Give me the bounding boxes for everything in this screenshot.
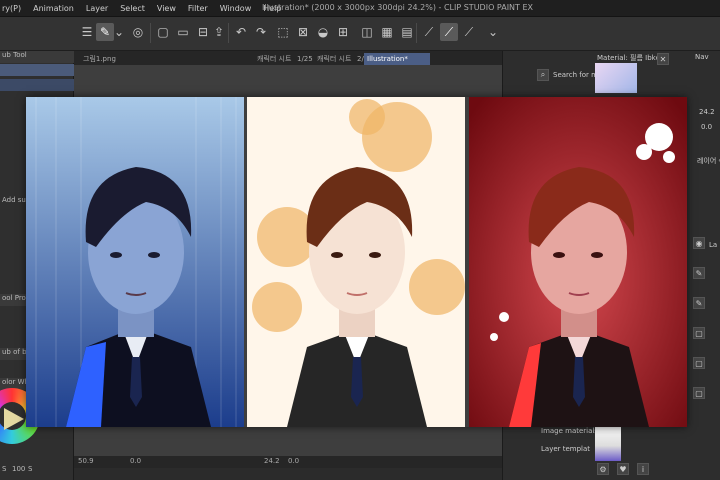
deselect-icon[interactable]: ⬚ [274, 23, 292, 41]
info-icon[interactable]: i [637, 463, 649, 475]
color-triangle[interactable] [4, 408, 24, 430]
layer-lock-icon[interactable]: ▢ [693, 327, 705, 339]
undo-icon[interactable]: ↶ [232, 23, 250, 41]
material-thumbnail[interactable] [595, 63, 637, 93]
crop-icon[interactable]: ◫ [358, 23, 376, 41]
new-file-icon[interactable]: ▢ [154, 23, 172, 41]
menu-animation[interactable]: Animation [27, 4, 80, 13]
layer-edit-icon[interactable]: ✎ [693, 267, 705, 279]
chevron-down-icon[interactable]: ⌄ [114, 23, 124, 41]
layer-label: La [709, 241, 718, 249]
hsv-h-label: S [2, 465, 7, 473]
layer-lock-icon-3[interactable]: ▢ [693, 387, 705, 399]
zoom-value-2[interactable]: 24.2 [264, 457, 280, 465]
document-tabs: 그림1.png 캐릭터 시트 1/25 캐릭터 시트 2/25 Illustra… [74, 51, 502, 65]
pen-icon[interactable]: ⟋ [420, 23, 438, 41]
fill-icon[interactable]: ◒ [314, 23, 332, 41]
redo-icon[interactable]: ↷ [252, 23, 270, 41]
layer-property-label: 레이어 속 [697, 157, 720, 165]
sub-tool-item-2[interactable] [0, 79, 74, 91]
pencil-icon[interactable]: ⟋ [440, 23, 458, 41]
tab-char-sheet-2[interactable]: 캐릭터 시트 [314, 53, 354, 65]
tab-char-sheet-1[interactable]: 캐릭터 시트 [254, 53, 294, 65]
menu-icon[interactable]: ☰ [78, 23, 96, 41]
menu-window[interactable]: Window [214, 4, 258, 13]
portrait-panel-blue [26, 97, 245, 427]
heart-icon[interactable]: ♥ [617, 463, 629, 475]
hsv-s-value: 100 [12, 465, 26, 473]
brush-icon[interactable]: ⟋ [460, 23, 478, 41]
status-bar: 50.9 0.0 24.2 0.0 [74, 456, 502, 468]
image-materials-label[interactable]: Image materials [541, 427, 598, 435]
artwork-collage [26, 97, 687, 427]
search-label[interactable]: Search for m [553, 71, 598, 79]
rotation-value[interactable]: 0.0 [130, 457, 141, 465]
material-preview[interactable] [595, 423, 621, 461]
clear-icon[interactable]: ⊠ [294, 23, 312, 41]
close-icon[interactable]: ✕ [657, 53, 669, 65]
portrait-panel-warm [247, 97, 466, 427]
edit-icon[interactable]: ✎ [96, 23, 114, 41]
menu-layer[interactable]: Layer [80, 4, 114, 13]
hsv-v-label: S [28, 465, 33, 473]
ruler-icon[interactable]: ▤ [398, 23, 416, 41]
navigator-label: Nav [695, 53, 709, 61]
material-label: Material: 필름 Ibkd [597, 54, 661, 62]
chevron-down-icon-2[interactable]: ⌄ [484, 23, 502, 41]
zoom-value[interactable]: 50.9 [78, 457, 94, 465]
zoom-readout: 24.2 [699, 108, 715, 116]
search-icon[interactable]: ⌕ [537, 69, 549, 81]
window-title: Illustration* (2000 x 3000px 300dpi 24.2… [262, 3, 533, 12]
rotation-value-2[interactable]: 0.0 [288, 457, 299, 465]
layer-template-label[interactable]: Layer templat [541, 445, 590, 453]
menu-select[interactable]: Select [114, 4, 151, 13]
transform-icon[interactable]: ⊞ [334, 23, 352, 41]
tab-illustration[interactable]: Illustration* [364, 53, 430, 65]
layer-edit-icon-2[interactable]: ✎ [693, 297, 705, 309]
export-icon[interactable]: ⇪ [210, 23, 228, 41]
tab-page-1: 1/25 [297, 55, 313, 63]
menubar: ry(P) Animation Layer Select View Filter… [0, 0, 720, 17]
command-bar: ☰ ✎ ⌄ ◎ ▢ ▭ ⊟ ⇪ ↶ ↷ ⬚ ⊠ ◒ ⊞ ◫ ▦ ▤ ⟋ ⟋ ⟋ … [0, 17, 720, 51]
portrait-panel-red [468, 97, 687, 427]
menu-filter[interactable]: Filter [182, 4, 214, 13]
layer-visibility-icon[interactable]: ◉ [693, 237, 705, 249]
app-window: ry(P) Animation Layer Select View Filter… [0, 0, 720, 480]
open-folder-icon[interactable]: ▭ [174, 23, 192, 41]
grid-icon[interactable]: ▦ [378, 23, 396, 41]
camera-icon[interactable]: ◎ [129, 23, 147, 41]
rotation-readout: 0.0 [701, 123, 713, 131]
sub-tool-label: ub Tool [0, 51, 74, 63]
sub-tool-item[interactable] [0, 64, 74, 76]
layer-lock-icon-2[interactable]: ▢ [693, 357, 705, 369]
menu-view[interactable]: View [151, 4, 182, 13]
tab-image[interactable]: 그림1.png [80, 53, 119, 65]
menu-query[interactable]: ry(P) [0, 4, 27, 13]
settings-icon[interactable]: ⚙ [597, 463, 609, 475]
